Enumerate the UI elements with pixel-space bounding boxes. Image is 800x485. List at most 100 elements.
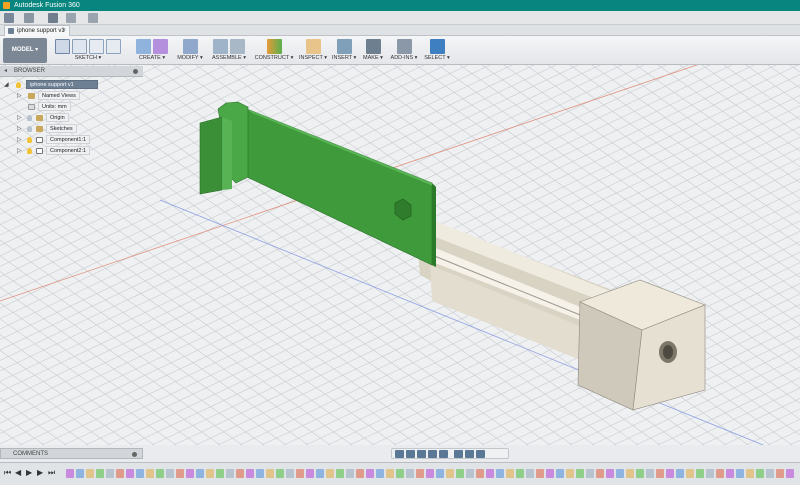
addins-group[interactable]: ADD-INS ▾ xyxy=(390,38,418,63)
file-menu-icon[interactable] xyxy=(24,13,34,23)
timeline-feature-icon[interactable] xyxy=(746,469,754,478)
timeline-feature-icon[interactable] xyxy=(376,469,384,478)
timeline-feature-icon[interactable] xyxy=(326,469,334,478)
timeline-feature-icon[interactable] xyxy=(216,469,224,478)
timeline-feature-icon[interactable] xyxy=(566,469,574,478)
timeline-feature-icon[interactable] xyxy=(646,469,654,478)
timeline-feature-icon[interactable] xyxy=(656,469,664,478)
timeline-feature-icon[interactable] xyxy=(426,469,434,478)
timeline-feature-icon[interactable] xyxy=(306,469,314,478)
timeline-feature-icon[interactable] xyxy=(256,469,264,478)
visibility-bulb-icon[interactable] xyxy=(16,82,21,88)
timeline-feature-icon[interactable] xyxy=(396,469,404,478)
viewports-icon[interactable] xyxy=(476,450,485,458)
visibility-bulb-icon[interactable] xyxy=(27,137,32,143)
new-component-icon[interactable] xyxy=(213,38,228,54)
timeline-feature-icon[interactable] xyxy=(246,469,254,478)
fit-icon[interactable] xyxy=(439,450,448,458)
timeline-feature-icon[interactable] xyxy=(66,469,74,478)
pin-icon[interactable] xyxy=(133,69,138,74)
timeline-feature-icon[interactable] xyxy=(296,469,304,478)
timeline-feature-icon[interactable] xyxy=(776,469,784,478)
line-icon[interactable] xyxy=(72,38,87,54)
zoom-icon[interactable] xyxy=(428,450,437,458)
timeline-feature-icon[interactable] xyxy=(556,469,564,478)
addins-menu[interactable]: ADD-INS ▾ xyxy=(390,54,418,62)
timeline-feature-icon[interactable] xyxy=(496,469,504,478)
expand-icon[interactable]: ▷ xyxy=(17,135,24,145)
timeline-feature-icon[interactable] xyxy=(346,469,354,478)
modify-menu[interactable]: MODIFY ▾ xyxy=(176,54,204,62)
tree-item-origin[interactable]: ▷ Origin xyxy=(17,113,117,123)
create-group[interactable]: CREATE ▾ xyxy=(132,38,172,63)
timeline-feature-icon[interactable] xyxy=(686,469,694,478)
timeline-feature-icon[interactable] xyxy=(356,469,364,478)
assemble-menu[interactable]: ASSEMBLE ▾ xyxy=(210,54,248,62)
timeline-feature-icon[interactable] xyxy=(416,469,424,478)
tree-root-label[interactable]: iphone support v1 xyxy=(26,80,98,89)
timeline-feature-icon[interactable] xyxy=(226,469,234,478)
offset-plane-icon[interactable] xyxy=(266,38,282,54)
timeline-feature-icon[interactable] xyxy=(406,469,414,478)
inspect-menu[interactable]: INSPECT ▾ xyxy=(298,54,328,62)
timeline-feature-icon[interactable] xyxy=(146,469,154,478)
play-icon[interactable]: ▶ xyxy=(26,468,34,478)
create-menu[interactable]: CREATE ▾ xyxy=(132,54,172,62)
workspace-switcher[interactable]: MODEL ▾ xyxy=(3,38,47,63)
timeline-feature-icon[interactable] xyxy=(616,469,624,478)
timeline-feature-icon[interactable] xyxy=(716,469,724,478)
data-panel-icon[interactable] xyxy=(4,13,14,23)
undo-icon[interactable] xyxy=(66,13,76,23)
expand-icon[interactable]: ▷ xyxy=(17,146,24,156)
modify-group[interactable]: MODIFY ▾ xyxy=(176,38,204,63)
save-icon[interactable] xyxy=(48,13,58,23)
timeline-feature-icon[interactable] xyxy=(706,469,714,478)
look-at-icon[interactable] xyxy=(406,450,415,458)
tree-root[interactable]: ◢ iphone support v1 xyxy=(4,80,104,90)
construct-menu[interactable]: CONSTRUCT ▾ xyxy=(254,54,294,62)
timeline-feature-icon[interactable] xyxy=(96,469,104,478)
timeline-feature-icon[interactable] xyxy=(176,469,184,478)
make-menu[interactable]: MAKE ▾ xyxy=(362,54,384,62)
pin-icon[interactable] xyxy=(132,452,137,457)
rectangle-icon[interactable] xyxy=(89,38,104,54)
insert-canvas-icon[interactable] xyxy=(336,38,352,54)
visibility-bulb-icon[interactable] xyxy=(27,126,32,132)
timeline-feature-icon[interactable] xyxy=(386,469,394,478)
select-menu[interactable]: SELECT ▾ xyxy=(424,54,450,62)
timeline-feature-icon[interactable] xyxy=(316,469,324,478)
inspect-group[interactable]: INSPECT ▾ xyxy=(298,38,328,63)
timeline-feature-icon[interactable] xyxy=(136,469,144,478)
timeline-feature-icon[interactable] xyxy=(446,469,454,478)
select-group[interactable]: SELECT ▾ xyxy=(424,38,450,63)
expand-icon[interactable]: ▷ xyxy=(17,113,24,123)
timeline-feature-icon[interactable] xyxy=(786,469,794,478)
timeline-feature-icon[interactable] xyxy=(276,469,284,478)
timeline-feature-icon[interactable] xyxy=(596,469,604,478)
timeline-feature-icon[interactable] xyxy=(186,469,194,478)
measure-icon[interactable] xyxy=(305,38,321,54)
timeline-feature-icon[interactable] xyxy=(86,469,94,478)
3d-print-icon[interactable] xyxy=(365,38,381,54)
go-to-start-icon[interactable]: ⏮ xyxy=(4,468,12,478)
visibility-bulb-icon[interactable] xyxy=(27,115,32,121)
create-sketch-icon[interactable] xyxy=(55,38,70,54)
timeline-feature-icon[interactable] xyxy=(726,469,734,478)
timeline-feature-icon[interactable] xyxy=(456,469,464,478)
viewport-canvas[interactable] xyxy=(0,65,800,445)
document-tab[interactable]: iphone support v1 × xyxy=(4,25,70,36)
tree-item-sketches[interactable]: ▷ Sketches xyxy=(17,124,117,134)
tree-item-component1[interactable]: ▷ Component1:1 xyxy=(17,135,117,145)
timeline-feature-icon[interactable] xyxy=(626,469,634,478)
select-cursor-icon[interactable] xyxy=(429,38,445,54)
step-forward-icon[interactable]: ▶ xyxy=(37,468,45,478)
timeline-feature-icon[interactable] xyxy=(696,469,704,478)
timeline-feature-icon[interactable] xyxy=(126,469,134,478)
timeline-feature-icon[interactable] xyxy=(676,469,684,478)
timeline-feature-icon[interactable] xyxy=(506,469,514,478)
go-to-end-icon[interactable]: ⏭ xyxy=(48,468,56,478)
assemble-group[interactable]: ASSEMBLE ▾ xyxy=(210,38,248,63)
timeline-feature-icon[interactable] xyxy=(436,469,444,478)
3d-viewport[interactable] xyxy=(0,65,800,445)
timeline-feature-icon[interactable] xyxy=(606,469,614,478)
